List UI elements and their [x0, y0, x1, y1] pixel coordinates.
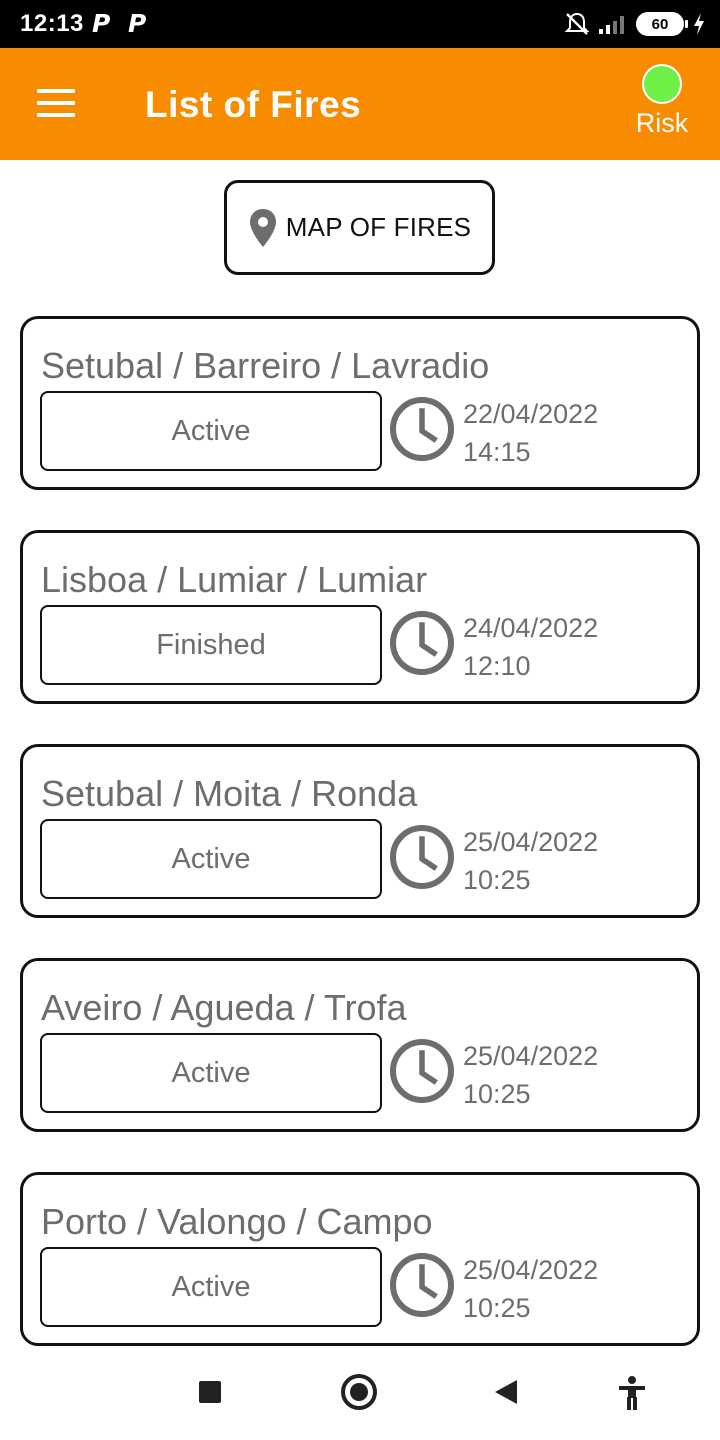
battery-level: 60 — [651, 15, 669, 33]
fire-card[interactable]: Porto / Valongo / Campo Active 25/04/202… — [20, 1172, 700, 1346]
fire-location: Setubal / Barreiro / Lavradio — [41, 345, 490, 386]
fire-datetime: 25/04/2022 10:25 — [463, 1251, 598, 1327]
fire-status-badge: Active — [40, 1033, 382, 1113]
accessibility-icon[interactable] — [617, 1376, 647, 1410]
status-time: 12:13 — [20, 10, 84, 37]
parking-notification-icon: P — [92, 9, 111, 38]
recents-icon[interactable] — [199, 1381, 221, 1403]
fire-card[interactable]: Aveiro / Agueda / Trofa Active 25/04/202… — [20, 958, 700, 1132]
fire-datetime: 22/04/2022 14:15 — [463, 395, 598, 471]
clock-icon — [390, 397, 454, 461]
risk-status-dot — [642, 64, 682, 104]
parking-notification-icon: P — [128, 9, 147, 38]
clock-icon — [390, 611, 454, 675]
fire-date: 25/04/2022 — [463, 1255, 599, 1285]
fire-location: Aveiro / Agueda / Trofa — [41, 987, 407, 1028]
fire-status-badge: Active — [40, 1247, 382, 1327]
back-icon[interactable] — [495, 1380, 517, 1404]
clock-icon — [390, 1039, 454, 1103]
fire-datetime: 24/04/2022 12:10 — [463, 609, 598, 685]
fire-location: Porto / Valongo / Campo — [41, 1201, 433, 1242]
fire-time: 12:10 — [463, 651, 531, 681]
fire-status-badge: Active — [40, 819, 382, 899]
app-bar: List of Fires Risk — [0, 48, 720, 160]
risk-label: Risk — [635, 108, 689, 138]
map-of-fires-label: MAP OF FIRES — [285, 212, 472, 242]
fire-location: Setubal / Moita / Ronda — [41, 773, 418, 814]
charging-icon — [694, 13, 704, 35]
fire-location: Lisboa / Lumiar / Lumiar — [41, 559, 428, 600]
fire-date: 22/04/2022 — [463, 399, 599, 429]
battery-icon: 60 — [636, 12, 688, 36]
map-pin-icon — [249, 208, 276, 247]
fire-time: 10:25 — [463, 865, 531, 895]
navigation-bar — [0, 1350, 720, 1440]
clock-icon — [390, 1253, 454, 1317]
fire-card[interactable]: Setubal / Barreiro / Lavradio Active 22/… — [20, 316, 700, 490]
fire-datetime: 25/04/2022 10:25 — [463, 823, 598, 899]
map-of-fires-button[interactable]: MAP OF FIRES — [224, 180, 495, 275]
fire-status-badge: Finished — [40, 605, 382, 685]
fire-time: 10:25 — [463, 1293, 531, 1323]
signal-icon — [599, 16, 624, 34]
fire-card[interactable]: Setubal / Moita / Ronda Active 25/04/202… — [20, 744, 700, 918]
fire-date: 25/04/2022 — [463, 827, 599, 857]
fire-datetime: 25/04/2022 10:25 — [463, 1037, 598, 1113]
fire-time: 10:25 — [463, 1079, 531, 1109]
home-icon[interactable] — [341, 1374, 377, 1410]
clock-icon — [390, 825, 454, 889]
hamburger-menu-icon[interactable] — [37, 89, 75, 119]
mute-icon — [564, 12, 590, 35]
fire-status-badge: Active — [40, 391, 382, 471]
fire-time: 14:15 — [463, 437, 531, 467]
status-bar: 12:13 P P 60 — [0, 0, 720, 48]
page-title: List of Fires — [145, 84, 362, 125]
fire-date: 25/04/2022 — [463, 1041, 599, 1071]
status-icons: 60 — [564, 11, 706, 37]
fire-card[interactable]: Lisboa / Lumiar / Lumiar Finished 24/04/… — [20, 530, 700, 704]
risk-indicator[interactable]: Risk — [634, 64, 690, 139]
fire-date: 24/04/2022 — [463, 613, 599, 643]
fire-list: Setubal / Barreiro / Lavradio Active 22/… — [20, 316, 700, 1386]
